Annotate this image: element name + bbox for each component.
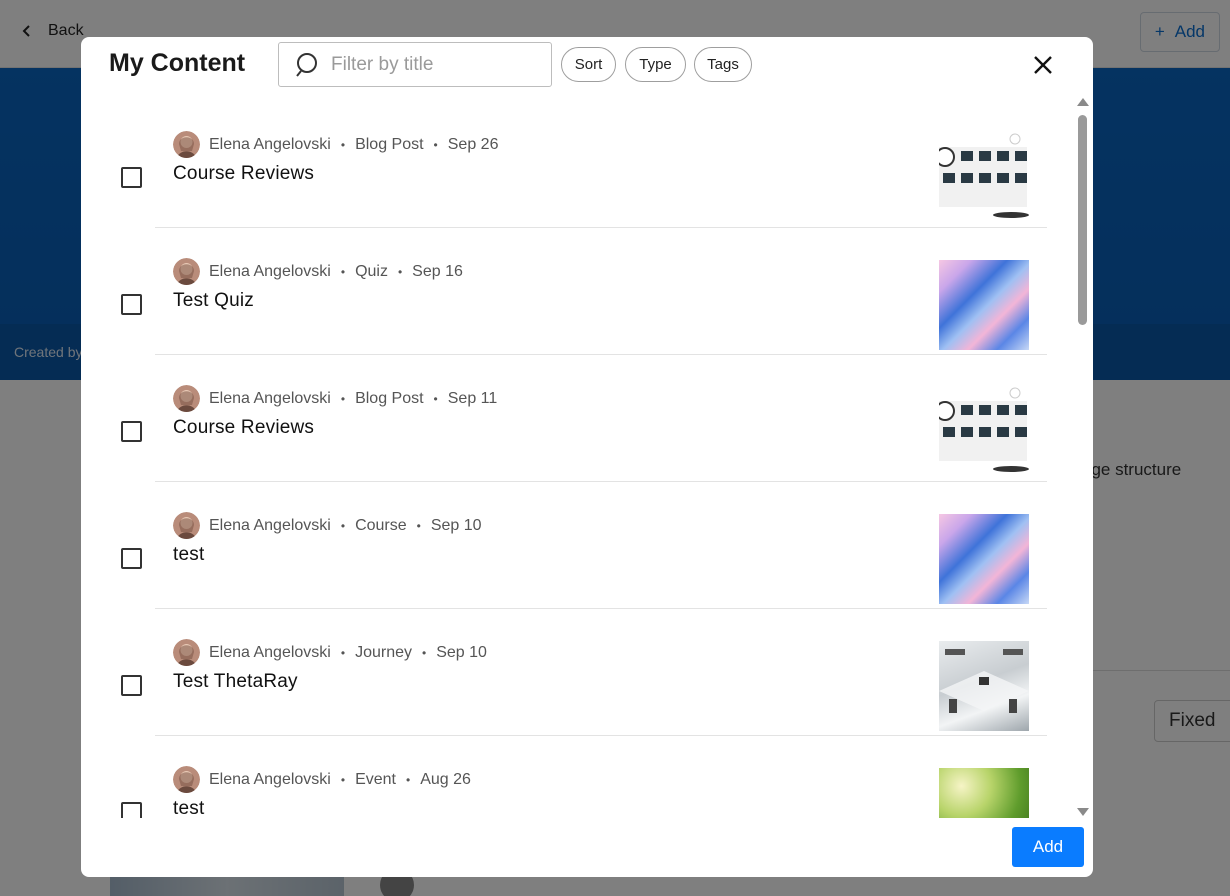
item-meta: Elena Angelovski • Event • Aug 26 bbox=[173, 766, 471, 793]
item-type: Blog Post bbox=[355, 135, 424, 153]
item-date: Sep 26 bbox=[447, 135, 499, 153]
add-button[interactable]: Add bbox=[1012, 827, 1084, 867]
separator: • bbox=[340, 518, 346, 533]
item-checkbox[interactable] bbox=[121, 421, 142, 442]
item-thumbnail bbox=[939, 768, 1029, 818]
separator: • bbox=[433, 391, 438, 406]
author-avatar bbox=[173, 131, 200, 158]
item-thumbnail bbox=[939, 641, 1029, 731]
item-checkbox[interactable] bbox=[121, 802, 142, 818]
item-type: Course bbox=[355, 516, 407, 534]
item-date: Sep 10 bbox=[436, 643, 487, 661]
scroll-up-arrow-icon[interactable] bbox=[1077, 98, 1089, 106]
item-title: Course Reviews bbox=[173, 163, 315, 184]
content-list: Elena Angelovski • Blog Post • Sep 26 Co… bbox=[81, 101, 1093, 818]
author-name: Elena Angelovski bbox=[209, 643, 331, 661]
separator: • bbox=[421, 645, 427, 660]
modal-title: My Content bbox=[109, 49, 246, 77]
item-type: Blog Post bbox=[355, 389, 424, 407]
item-thumbnail bbox=[939, 514, 1029, 604]
separator: • bbox=[433, 137, 438, 152]
item-date: Sep 10 bbox=[430, 516, 482, 534]
list-item[interactable]: Elena Angelovski • Blog Post • Sep 11 Co… bbox=[81, 355, 1093, 482]
list-item[interactable]: Elena Angelovski • Quiz • Sep 16 Test Qu… bbox=[81, 228, 1093, 355]
item-title: Test ThetaRay bbox=[173, 671, 298, 692]
list-item[interactable]: Elena Angelovski • Journey • Sep 10 Test… bbox=[81, 609, 1093, 736]
item-type: Quiz bbox=[355, 262, 388, 280]
item-date: Aug 26 bbox=[420, 770, 471, 788]
item-meta: Elena Angelovski • Blog Post • Sep 11 bbox=[173, 385, 497, 412]
tags-filter-button[interactable]: Tags bbox=[694, 47, 752, 82]
separator: • bbox=[340, 391, 346, 406]
separator: • bbox=[416, 518, 421, 533]
search-input[interactable] bbox=[331, 53, 531, 76]
type-filter-button[interactable]: Type bbox=[625, 47, 686, 82]
search-icon bbox=[296, 52, 317, 77]
item-date: Sep 16 bbox=[412, 262, 463, 280]
item-checkbox[interactable] bbox=[121, 675, 142, 696]
author-name: Elena Angelovski bbox=[209, 770, 331, 788]
separator: • bbox=[340, 645, 346, 660]
item-type: Journey bbox=[355, 643, 412, 661]
item-thumbnail bbox=[939, 260, 1029, 350]
author-avatar bbox=[173, 639, 200, 666]
scroll-thumb[interactable] bbox=[1078, 115, 1087, 325]
item-checkbox[interactable] bbox=[121, 167, 142, 188]
item-meta: Elena Angelovski • Journey • Sep 10 bbox=[173, 639, 487, 666]
scroll-down-arrow-icon[interactable] bbox=[1077, 808, 1089, 816]
item-title: Course Reviews bbox=[173, 417, 315, 438]
item-thumbnail bbox=[939, 387, 1029, 477]
scrollbar[interactable] bbox=[1075, 95, 1089, 819]
author-avatar bbox=[173, 512, 200, 539]
author-avatar bbox=[173, 258, 200, 285]
author-avatar bbox=[173, 766, 200, 793]
list-item[interactable]: Elena Angelovski • Blog Post • Sep 26 Co… bbox=[81, 101, 1093, 228]
author-name: Elena Angelovski bbox=[209, 262, 331, 280]
item-type: Event bbox=[355, 770, 396, 788]
separator: • bbox=[340, 264, 346, 279]
author-name: Elena Angelovski bbox=[209, 516, 331, 534]
author-name: Elena Angelovski bbox=[209, 135, 331, 153]
close-icon[interactable] bbox=[1031, 53, 1055, 77]
item-meta: Elena Angelovski • Course • Sep 10 bbox=[173, 512, 482, 539]
item-thumbnail bbox=[939, 133, 1029, 223]
item-checkbox[interactable] bbox=[121, 294, 142, 315]
item-title: test bbox=[173, 798, 205, 818]
item-date: Sep 11 bbox=[447, 389, 498, 407]
separator: • bbox=[340, 772, 346, 787]
separator: • bbox=[397, 264, 403, 279]
separator: • bbox=[405, 772, 411, 787]
item-checkbox[interactable] bbox=[121, 548, 142, 569]
author-avatar bbox=[173, 385, 200, 412]
item-title: Test Quiz bbox=[173, 290, 254, 311]
my-content-modal: My Content Sort Type Tags Elena Angelovs… bbox=[81, 37, 1093, 877]
item-meta: Elena Angelovski • Blog Post • Sep 26 bbox=[173, 131, 498, 158]
item-title: test bbox=[173, 544, 205, 565]
sort-button[interactable]: Sort bbox=[561, 47, 616, 82]
author-name: Elena Angelovski bbox=[209, 389, 331, 407]
separator: • bbox=[340, 137, 346, 152]
search-box[interactable] bbox=[278, 42, 552, 87]
list-item[interactable]: Elena Angelovski • Course • Sep 10 test bbox=[81, 482, 1093, 609]
list-item[interactable]: Elena Angelovski • Event • Aug 26 test bbox=[81, 736, 1093, 818]
item-meta: Elena Angelovski • Quiz • Sep 16 bbox=[173, 258, 463, 285]
